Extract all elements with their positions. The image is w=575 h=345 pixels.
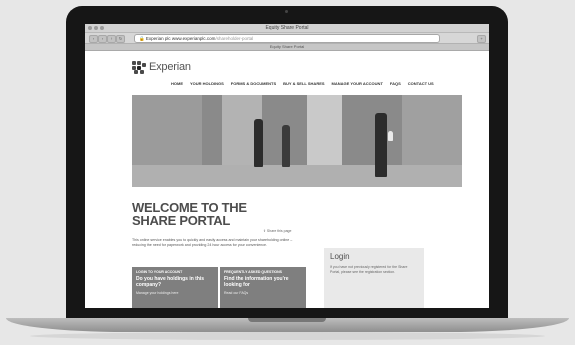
nav-forms-documents[interactable]: FORMS & DOCUMENTS: [231, 81, 276, 86]
lock-icon: 🔒: [139, 36, 145, 41]
nav-home[interactable]: HOME: [171, 81, 183, 86]
share-page-link[interactable]: ⇪ Share this page: [263, 229, 291, 233]
nav-faqs[interactable]: FAQS: [390, 81, 401, 86]
share-page-label: Share this page: [266, 229, 292, 233]
panel-heading: LOGIN TO YOUR ACCOUNT: [136, 270, 183, 274]
camera: [285, 10, 288, 13]
logo-text: Experian: [149, 61, 191, 73]
nav-buy-sell-shares[interactable]: BUY & SELL SHARES: [283, 81, 324, 86]
login-title: Login: [330, 252, 350, 261]
main-nav: HOME YOUR HOLDINGS FORMS & DOCUMENTS BUY…: [171, 81, 434, 86]
tab-bar: Equity Share Portal: [85, 44, 489, 51]
browser-toolbar: ‹ › ↑ ↻ 🔒 Experian plc www.experianplc.c…: [85, 33, 489, 44]
window-title: Equity Share Portal: [265, 25, 309, 31]
url-text: www.experianplc.com: [171, 36, 216, 41]
hero-image: [132, 95, 462, 187]
faq-panel[interactable]: FREQUENTLY ASKED QUESTIONS Find the info…: [220, 267, 306, 308]
experian-logo-icon: [132, 60, 146, 74]
web-page: Experian HOME YOUR HOLDINGS FORMS & DOCU…: [85, 51, 489, 308]
tabs-button[interactable]: +: [477, 35, 486, 43]
address-bar[interactable]: 🔒 Experian plc www.experianplc.com/share…: [134, 34, 440, 43]
login-box: Login If you have not previously registe…: [324, 248, 424, 308]
nav-your-holdings[interactable]: YOUR HOLDINGS: [190, 81, 224, 86]
page-title: WELCOME TO THE SHARE PORTAL: [132, 201, 247, 227]
panel-question: Do you have holdings in this company?: [136, 276, 205, 288]
back-button[interactable]: ‹: [89, 35, 98, 43]
nav-manage-account[interactable]: MANAGE YOUR ACCOUNT: [332, 81, 383, 86]
reload-button[interactable]: ↻: [116, 35, 125, 43]
laptop-notch: [248, 318, 326, 322]
manage-holdings-link[interactable]: Manage your holdings here: [136, 291, 214, 295]
login-panel[interactable]: LOGIN TO YOUR ACCOUNT Do you have holdin…: [132, 267, 218, 308]
active-tab[interactable]: Equity Share Portal: [85, 44, 489, 50]
panel-question: Find the information you're looking for: [224, 276, 289, 288]
panel-heading: FREQUENTLY ASKED QUESTIONS: [224, 270, 283, 274]
forward-button[interactable]: ›: [98, 35, 107, 43]
share-button[interactable]: ↑: [107, 35, 116, 43]
url-path: /shareholder-portal: [215, 36, 254, 41]
secure-site-label: Experian plc: [145, 36, 171, 41]
nav-contact-us[interactable]: CONTACT US: [408, 81, 434, 86]
browser-titlebar: Equity Share Portal: [85, 24, 489, 33]
laptop-shadow: [30, 332, 545, 340]
site-logo[interactable]: Experian: [132, 60, 191, 74]
intro-text: This online service enables you to quick…: [132, 238, 293, 247]
page-title-line2: SHARE PORTAL: [132, 213, 230, 228]
login-text: If you have not previously registered fo…: [330, 265, 408, 274]
laptop-screen: Equity Share Portal ‹ › ↑ ↻ 🔒 Experian p…: [85, 24, 489, 308]
read-faqs-link[interactable]: Read our FAQs: [224, 291, 302, 295]
share-icon: ⇪: [263, 229, 266, 233]
